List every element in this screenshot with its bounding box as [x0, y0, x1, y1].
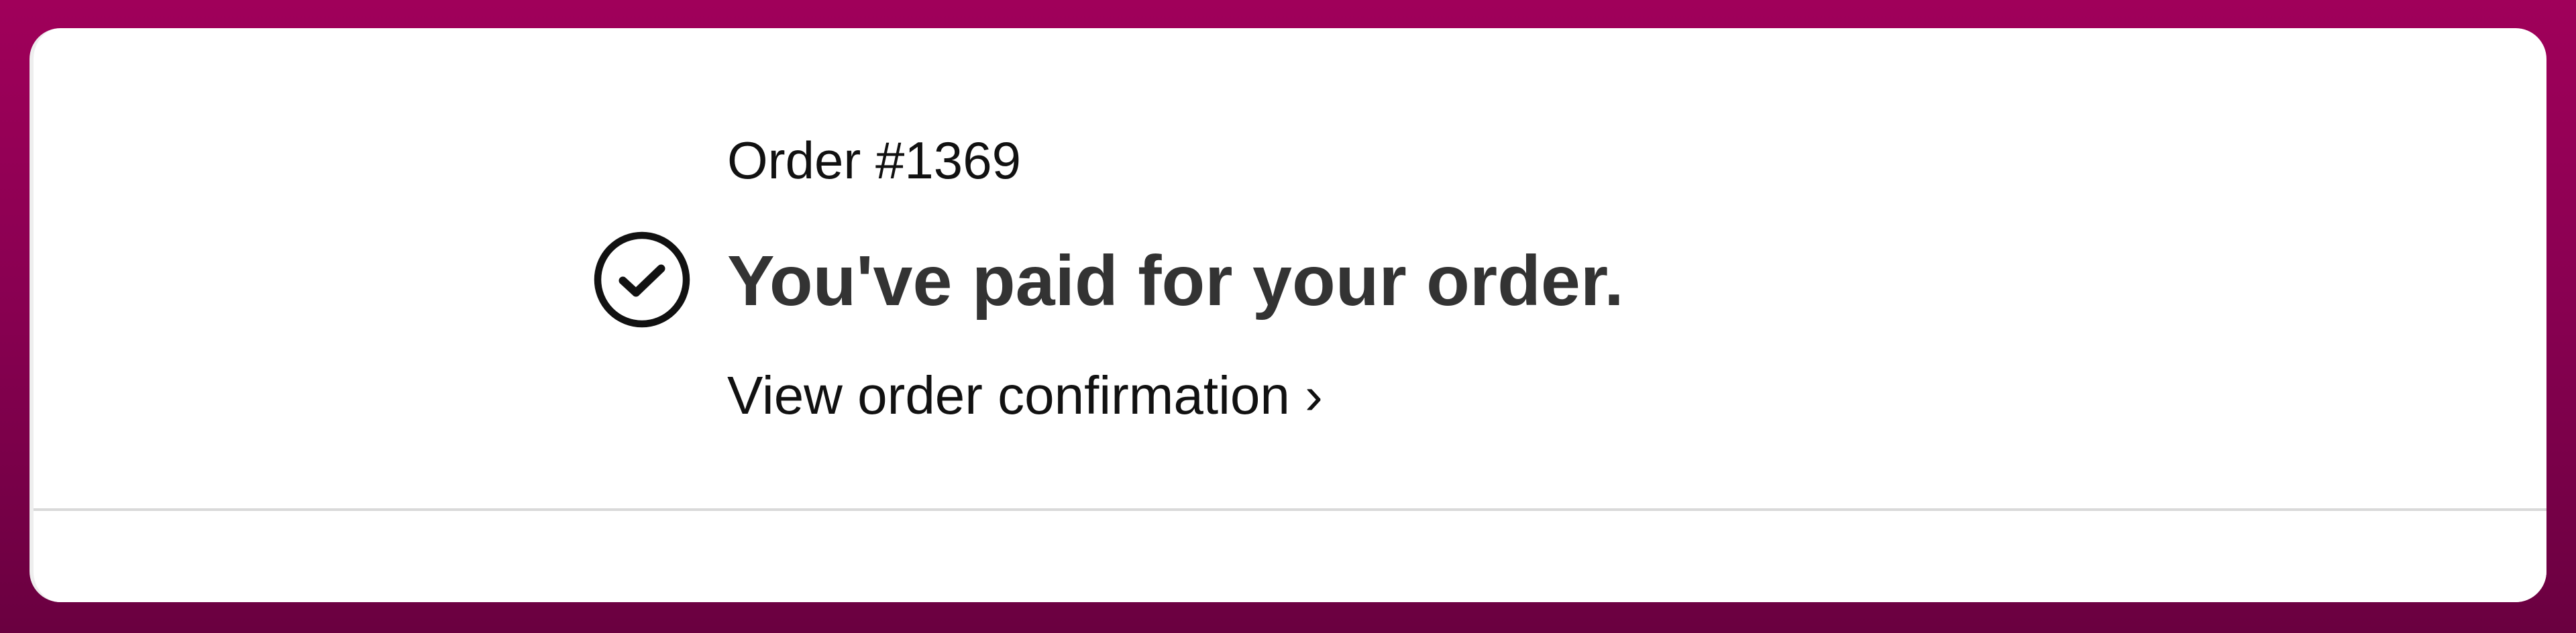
- payment-status-heading: You've paid for your order.: [727, 241, 1624, 321]
- view-order-confirmation-link[interactable]: View order confirmation ›: [727, 369, 1323, 422]
- check-circle-icon: [594, 231, 690, 328]
- card-footer-area: [34, 511, 2546, 602]
- order-status-card: Order #1369 You've paid for your order. …: [30, 28, 2546, 602]
- order-number: Order #1369: [727, 131, 1021, 190]
